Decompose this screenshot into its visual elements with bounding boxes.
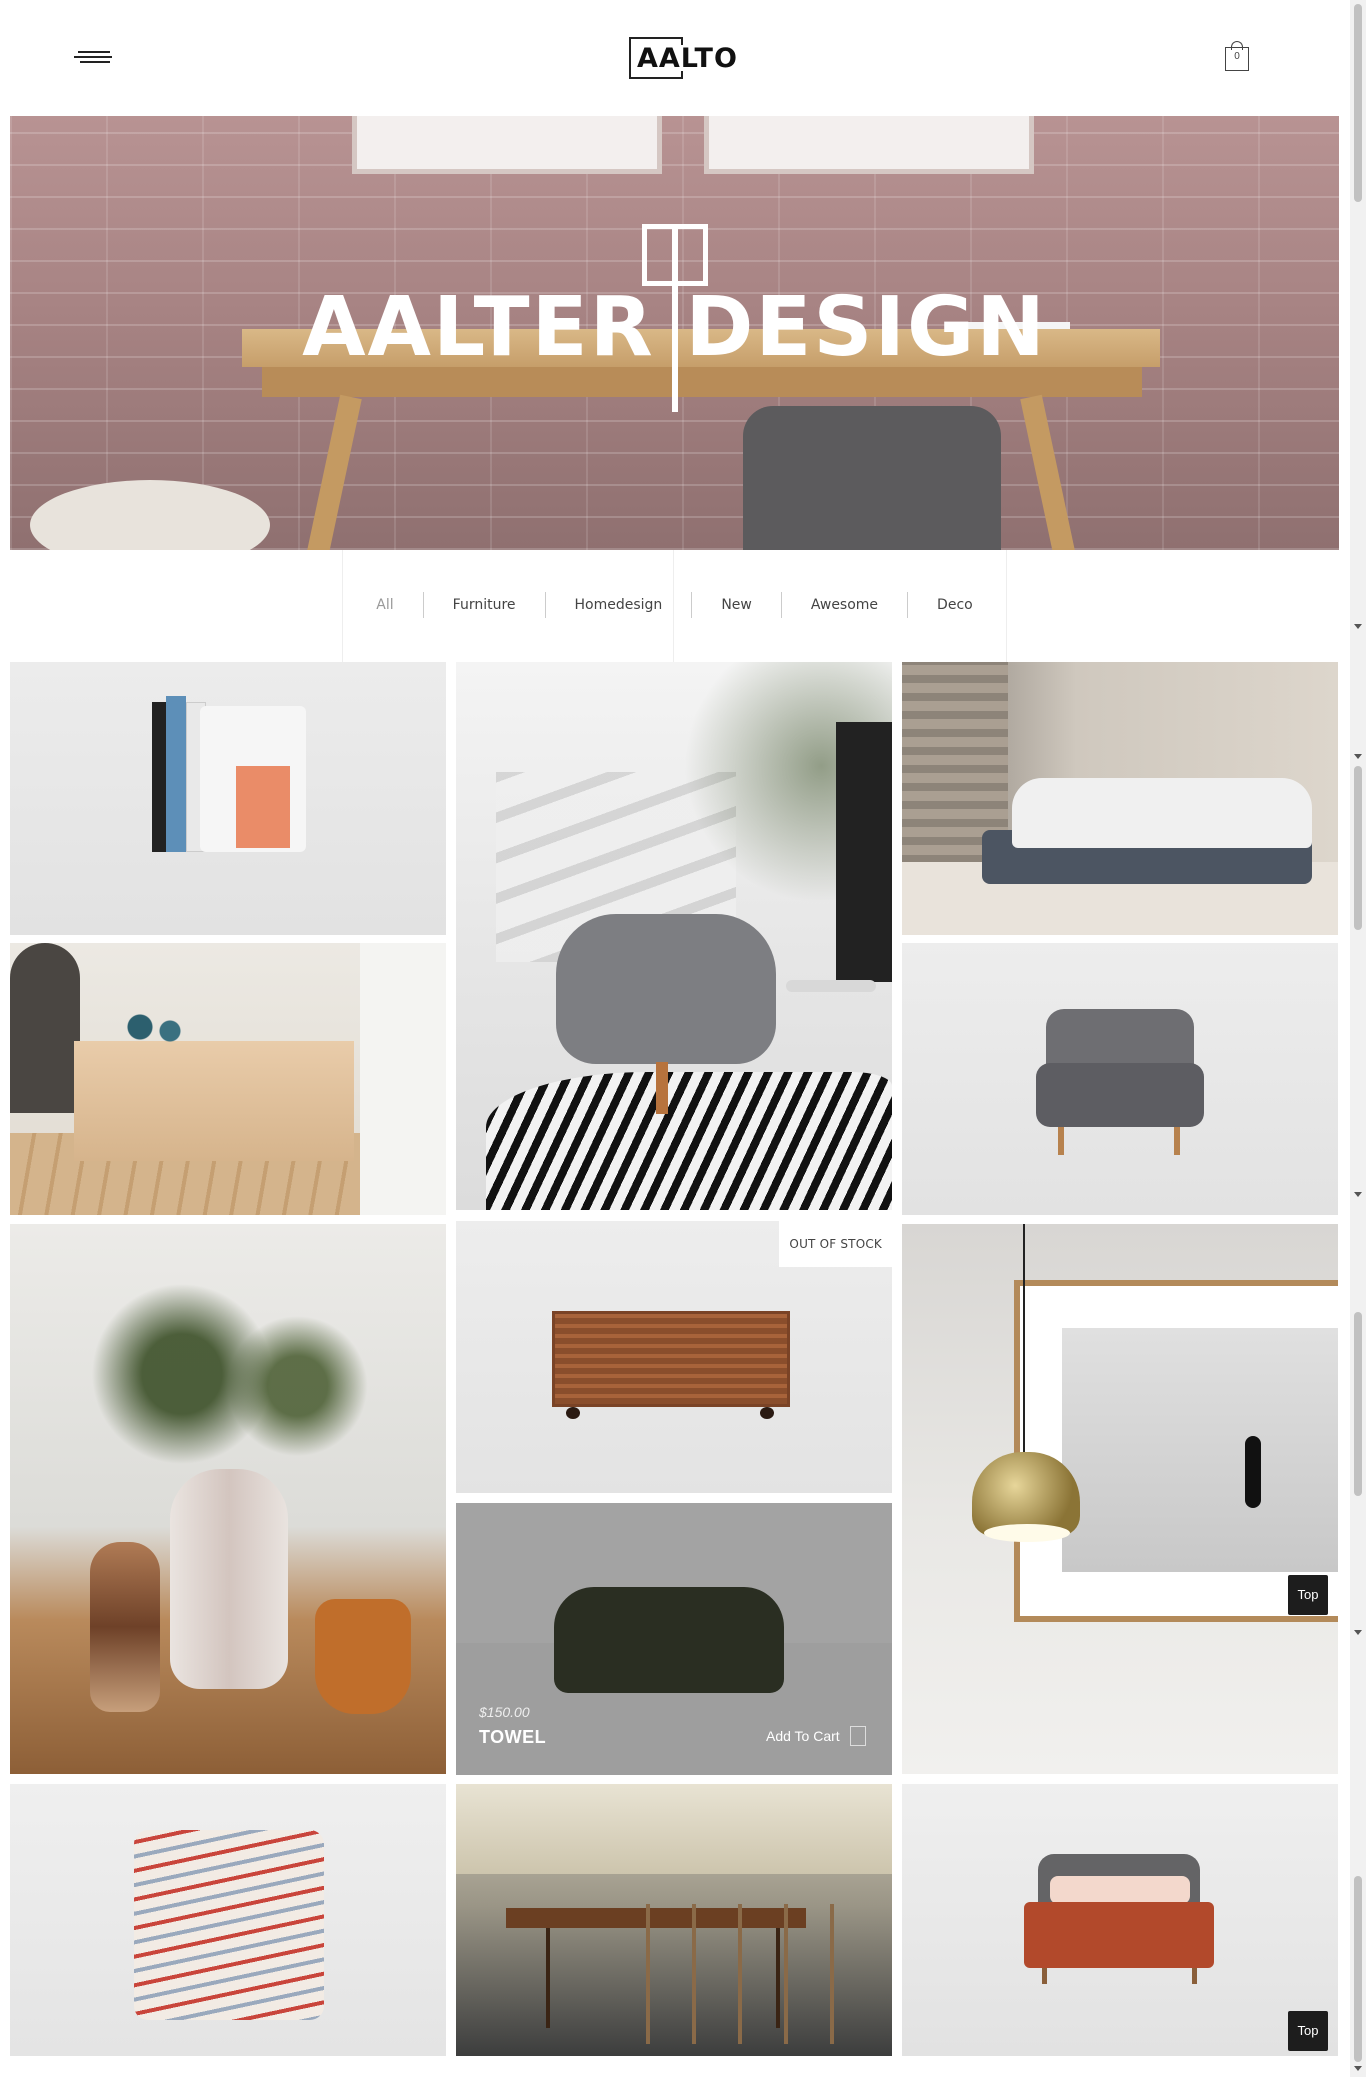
product-tile-pendant-lamp[interactable] [902, 1224, 1338, 1774]
product-name[interactable]: TOWEL [479, 1727, 546, 1748]
scroll-down-icon[interactable] [1354, 624, 1362, 629]
cart-button[interactable]: 0 [1225, 41, 1249, 71]
hamburger-icon[interactable] [74, 48, 114, 68]
product-tile-lounge-chair[interactable] [456, 662, 892, 1210]
scrollbar-thumb[interactable] [1354, 1876, 1362, 2062]
scroll-down-icon[interactable] [1354, 1630, 1362, 1635]
cart-count: 0 [1234, 51, 1240, 62]
site-header: AALTO 0 [0, 0, 1350, 116]
page-scrollbar[interactable] [1350, 0, 1366, 2077]
filter-awesome[interactable]: Awesome [780, 592, 907, 618]
filter-homedesign[interactable]: Homedesign [544, 592, 692, 618]
scroll-down-icon[interactable] [1354, 1192, 1362, 1197]
wall-frame [352, 116, 662, 174]
back-to-top-button[interactable]: Top [1288, 2011, 1328, 2051]
hero-title: AALTER DESIGN [302, 280, 1047, 375]
logo-text: AALTO [637, 43, 738, 74]
product-tile-cushion[interactable] [10, 1784, 446, 2056]
filter-all[interactable]: All [347, 592, 422, 618]
out-of-stock-badge: OUT OF STOCK [779, 1221, 892, 1267]
scroll-down-icon[interactable] [1354, 754, 1362, 759]
product-tile-bed[interactable] [902, 1784, 1338, 2056]
back-to-top-button[interactable]: Top [1288, 1575, 1328, 1615]
product-tile-armchair[interactable] [902, 943, 1338, 1215]
shopping-bag-icon[interactable] [850, 1726, 866, 1746]
scrollbar-thumb[interactable] [1354, 766, 1362, 930]
filter-furniture[interactable]: Furniture [422, 592, 545, 618]
wall-frame [704, 116, 1034, 174]
chair [743, 406, 1001, 550]
scrollbar-thumb[interactable] [1354, 1312, 1362, 1496]
product-price: $150.00 [479, 1704, 530, 1720]
scroll-down-icon[interactable] [1354, 2066, 1362, 2071]
site-logo[interactable]: AALTO [629, 37, 737, 79]
product-tile-towel[interactable]: $150.00 TOWEL Add To Cart [456, 1503, 892, 1775]
product-tile-vases[interactable] [10, 1224, 446, 1774]
product-tile-dining-set[interactable] [456, 1784, 892, 2056]
add-to-cart-button[interactable]: Add To Cart [766, 1728, 840, 1744]
scrollbar-thumb[interactable] [1354, 4, 1362, 202]
filter-new[interactable]: New [691, 592, 781, 618]
product-tile-bookends[interactable] [10, 662, 446, 935]
product-tile-slat-cabinet[interactable]: OUT OF STOCK [456, 1221, 892, 1493]
filter-deco[interactable]: Deco [907, 592, 1002, 618]
hero-banner: AALTER DESIGN [10, 116, 1339, 550]
category-filter-bar: All Furniture Homedesign New Awesome Deco [10, 550, 1339, 662]
product-tile-sideboard[interactable] [10, 943, 446, 1215]
product-tile-low-bed[interactable] [902, 662, 1338, 935]
